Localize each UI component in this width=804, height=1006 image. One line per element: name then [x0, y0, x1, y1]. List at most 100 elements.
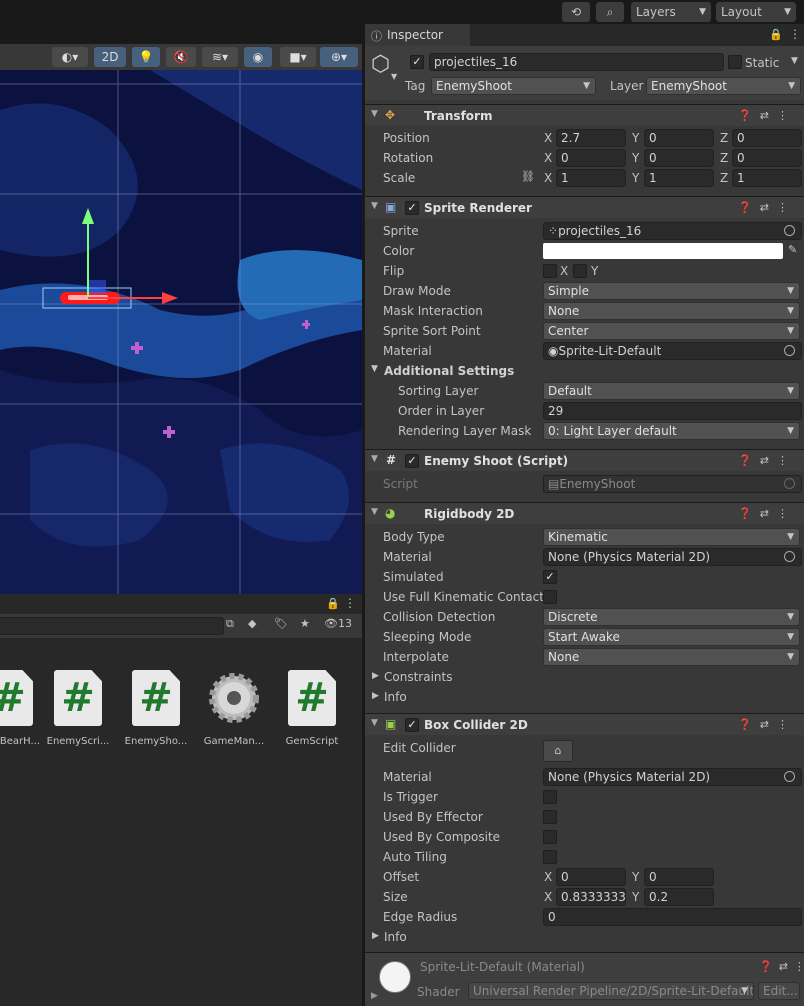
chevron-right-icon[interactable]: ▶	[372, 691, 379, 701]
bc-material-field[interactable]: None (Physics Material 2D)	[543, 768, 802, 786]
audio-icon[interactable]: 🔇	[166, 47, 196, 67]
enabled-checkbox[interactable]: ✓	[405, 454, 419, 468]
shader-dropdown[interactable]: Universal Render Pipeline/2D/Sprite-Lit-…	[468, 982, 754, 1000]
label-icon[interactable]: 🏷	[274, 617, 288, 630]
color-swatch[interactable]	[543, 243, 783, 259]
chevron-down-icon[interactable]: ▼	[371, 454, 378, 464]
edge-radius-field[interactable]: 0	[543, 908, 802, 926]
sleeping-mode-dropdown[interactable]: Start Awake ▼	[543, 628, 800, 646]
transform-header[interactable]: ▼ ✥ Transform ❓⇄⋮	[365, 104, 804, 126]
scale-z-field[interactable]: 1	[732, 169, 802, 187]
chevron-down-icon[interactable]: ▼	[371, 109, 378, 119]
asset-item[interactable]: # EnemyScri...	[43, 670, 113, 747]
project-search-input[interactable]	[0, 617, 224, 635]
menu-icon[interactable]: ⋮	[344, 596, 356, 610]
sprite-field[interactable]: ⁘projectiles_16	[543, 222, 802, 240]
scene-view[interactable]	[0, 70, 362, 594]
rotation-z-field[interactable]: 0	[732, 149, 802, 167]
flip-y-checkbox[interactable]	[573, 264, 587, 278]
rendering-layer-mask-dropdown[interactable]: 0: Light Layer default ▼	[543, 422, 800, 440]
visibility-icon[interactable]: ◉	[244, 47, 272, 67]
scale-y-field[interactable]: 1	[644, 169, 714, 187]
hidden-count-badge[interactable]: 👁13	[324, 617, 352, 630]
size-x-field[interactable]: 0.8333333	[556, 888, 626, 906]
used-by-effector-checkbox[interactable]	[543, 810, 557, 824]
chevron-down-icon[interactable]: ▼	[371, 507, 378, 517]
object-picker-icon[interactable]	[784, 225, 795, 236]
position-x-field[interactable]: 2.7	[556, 129, 626, 147]
box-collider-header[interactable]: ▼ ▣ ✓ Box Collider 2D ❓⇄⋮	[365, 713, 804, 735]
edit-collider-button[interactable]: ⌂	[543, 740, 573, 762]
layout-dropdown[interactable]: Layout ▼	[716, 2, 796, 22]
rb-info-row[interactable]: ▶ Info	[365, 687, 804, 707]
active-checkbox[interactable]: ✓	[410, 55, 424, 69]
shading-mode-icon[interactable]: ◐▾	[52, 47, 88, 67]
offset-y-field[interactable]: 0	[644, 868, 714, 886]
asset-item[interactable]: # BearH...	[0, 670, 44, 747]
sorting-layer-dropdown[interactable]: Default ▼	[543, 382, 800, 400]
enabled-checkbox[interactable]: ✓	[405, 201, 419, 215]
lighting-icon[interactable]: 💡	[132, 47, 160, 67]
chevron-right-icon[interactable]: ▶	[371, 991, 378, 1001]
chevron-down-icon[interactable]: ▼	[791, 56, 798, 66]
used-by-composite-checkbox[interactable]	[543, 830, 557, 844]
asset-item[interactable]: # EnemySho...	[121, 670, 191, 747]
bc-info-row[interactable]: ▶ Info	[365, 927, 804, 947]
lock-icon[interactable]: 🔒	[326, 597, 340, 610]
position-z-field[interactable]: 0	[732, 129, 802, 147]
sprite-renderer-header[interactable]: ▼ ▣ ✓ Sprite Renderer ❓⇄⋮	[365, 196, 804, 218]
object-picker-icon[interactable]	[784, 771, 795, 782]
2d-toggle-button[interactable]: 2D	[94, 47, 126, 67]
favorite-icon[interactable]: ★	[300, 617, 310, 630]
camera-icon[interactable]: ■▾	[280, 47, 316, 67]
constraints-row[interactable]: ▶ Constraints	[365, 667, 804, 687]
gizmos-icon[interactable]: ⊕▾	[320, 47, 358, 67]
simulated-checkbox[interactable]: ✓	[543, 570, 557, 584]
draw-mode-dropdown[interactable]: Simple ▼	[543, 282, 800, 300]
link-icon[interactable]: ⛓	[521, 170, 535, 183]
static-checkbox[interactable]	[728, 55, 742, 69]
history-icon[interactable]: ⟲	[562, 2, 590, 22]
is-trigger-checkbox[interactable]	[543, 790, 557, 804]
menu-icon[interactable]: ⋮	[789, 27, 801, 41]
layers-dropdown[interactable]: Layers ▼	[631, 2, 711, 22]
rb-material-field[interactable]: None (Physics Material 2D)	[543, 548, 802, 566]
size-y-field[interactable]: 0.2	[644, 888, 714, 906]
asset-item[interactable]: GameMan...	[199, 670, 269, 747]
effects-icon[interactable]: ≋▾	[202, 47, 238, 67]
chevron-down-icon[interactable]: ▼	[371, 201, 378, 211]
offset-x-field[interactable]: 0	[556, 868, 626, 886]
chevron-down-icon[interactable]: ▼	[371, 364, 378, 374]
rotation-y-field[interactable]: 0	[644, 149, 714, 167]
object-name-field[interactable]: projectiles_16	[429, 53, 724, 71]
full-kinematic-checkbox[interactable]	[543, 590, 557, 604]
material-field[interactable]: ◉Sprite-Lit-Default	[543, 342, 802, 360]
asset-item[interactable]: # GemScript	[277, 670, 347, 747]
additional-settings-row[interactable]: ▼ Additional Settings	[365, 361, 804, 381]
component-header-icons[interactable]: ❓⇄⋮	[738, 201, 796, 214]
component-header-icons[interactable]: ❓⇄⋮	[738, 454, 796, 467]
chevron-right-icon[interactable]: ▶	[372, 931, 379, 941]
chevron-right-icon[interactable]: ▶	[372, 671, 379, 681]
edit-shader-button[interactable]: Edit...	[758, 982, 800, 1000]
order-in-layer-field[interactable]: 29	[543, 402, 802, 420]
mask-interaction-dropdown[interactable]: None ▼	[543, 302, 800, 320]
interpolate-dropdown[interactable]: None ▼	[543, 648, 800, 666]
flip-x-checkbox[interactable]	[543, 264, 557, 278]
lock-icon[interactable]: 🔒	[769, 28, 783, 41]
enemy-shoot-header[interactable]: ▼ # ✓ Enemy Shoot (Script) ❓⇄⋮	[365, 449, 804, 471]
object-picker-icon[interactable]	[784, 551, 795, 562]
layer-dropdown[interactable]: EnemyShoot ▼	[646, 77, 801, 95]
rigidbody-header[interactable]: ▼ ◕ Rigidbody 2D ❓⇄⋮	[365, 502, 804, 524]
tab-inspector[interactable]: ⓘ Inspector	[365, 24, 470, 46]
search-by-type-icon[interactable]: ⧉	[226, 617, 234, 631]
scale-x-field[interactable]: 1	[556, 169, 626, 187]
chevron-down-icon[interactable]: ▼	[391, 72, 397, 81]
chevron-down-icon[interactable]: ▼	[371, 718, 378, 728]
enabled-checkbox[interactable]: ✓	[405, 718, 419, 732]
tag-dropdown[interactable]: EnemyShoot ▼	[431, 77, 596, 95]
search-icon[interactable]: ⌕	[596, 2, 624, 22]
object-picker-icon[interactable]	[784, 345, 795, 356]
sort-point-dropdown[interactable]: Center ▼	[543, 322, 800, 340]
auto-tiling-checkbox[interactable]	[543, 850, 557, 864]
